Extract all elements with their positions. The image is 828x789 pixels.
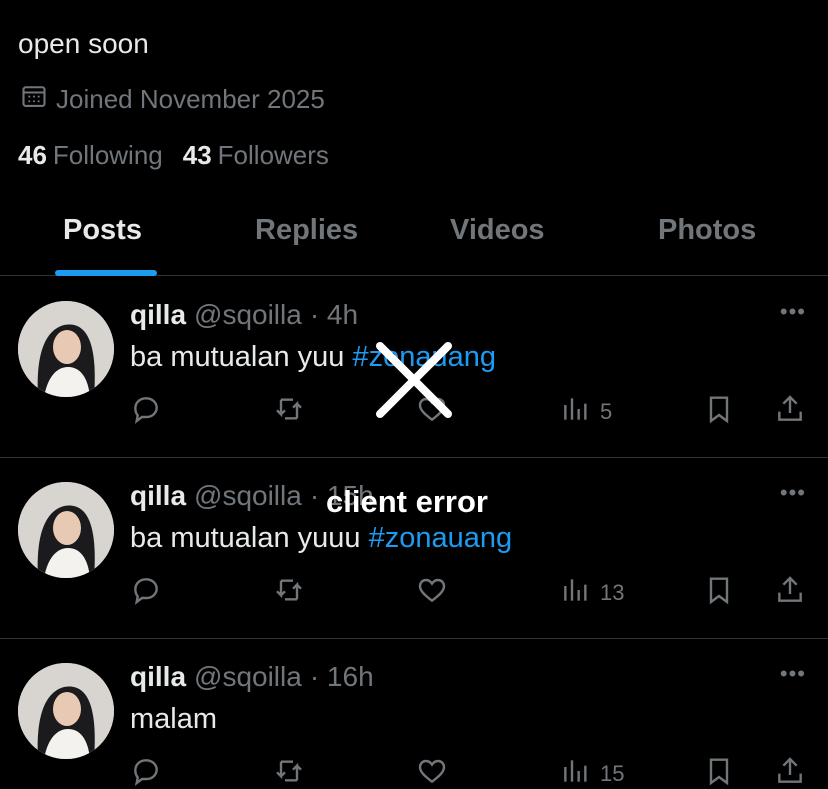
profile-tabs: Posts Replies Videos Photos	[0, 196, 828, 276]
like-icon[interactable]	[416, 393, 448, 425]
views-icon	[560, 393, 592, 431]
reply-icon[interactable]	[130, 393, 162, 425]
post-header: qilla @sqoilla · 15h	[130, 480, 374, 512]
author-name[interactable]: qilla	[130, 661, 186, 692]
hashtag-link[interactable]: #zonauang	[369, 522, 513, 554]
active-tab-indicator	[55, 270, 157, 276]
more-icon[interactable]: •••	[780, 661, 806, 687]
post-body: ba mutualan yuuu	[130, 522, 361, 554]
post-text: malam	[130, 703, 217, 736]
post-actions: 15	[0, 755, 828, 789]
profile-page: open soon Joined November 2025 46 Followi…	[0, 0, 828, 789]
share-icon[interactable]	[774, 755, 806, 787]
post-item[interactable]: qilla @sqoilla · 16h ••• malam 15	[0, 639, 828, 789]
followers-link[interactable]: 43 Followers	[183, 140, 329, 171]
post-time: · 16h	[309, 661, 374, 692]
post-time: · 15h	[309, 480, 374, 511]
post-item[interactable]: qilla @sqoilla · 15h ••• ba mutualan yuuu #…	[0, 458, 828, 639]
tab-videos[interactable]: Videos	[450, 214, 545, 247]
followers-count: 43	[182, 140, 212, 170]
repost-icon[interactable]	[273, 755, 305, 787]
avatar[interactable]	[18, 482, 114, 578]
tab-photos[interactable]: Photos	[658, 214, 756, 247]
post-item[interactable]: qilla @sqoilla · 4h ••• ba mutualan yuu #zo…	[0, 277, 828, 458]
bookmark-icon[interactable]	[703, 574, 735, 606]
bookmark-icon[interactable]	[703, 755, 735, 787]
profile-bio: open soon	[18, 28, 149, 59]
share-icon[interactable]	[774, 574, 806, 606]
post-body: ba mutualan yuu	[130, 341, 345, 373]
joined-label: Joined November 2025	[56, 84, 325, 114]
post-actions: 5	[0, 393, 828, 433]
views-number: 13	[600, 580, 625, 605]
post-header: qilla @sqoilla · 4h	[130, 299, 358, 331]
author-name[interactable]: qilla	[130, 299, 186, 330]
post-actions: 13	[0, 574, 828, 614]
reply-icon[interactable]	[130, 755, 162, 787]
following-link[interactable]: 46 Following	[18, 140, 163, 171]
more-icon[interactable]: •••	[780, 299, 806, 325]
views-count[interactable]: 13	[560, 574, 624, 612]
repost-icon[interactable]	[273, 393, 305, 425]
avatar[interactable]	[18, 663, 114, 759]
reply-icon[interactable]	[130, 574, 162, 606]
follow-stats: 46 Following 43 Followers	[18, 140, 329, 171]
following-label: Following	[52, 140, 163, 170]
author-handle[interactable]: @sqoilla	[194, 299, 302, 330]
hashtag-link[interactable]: #zonauang	[352, 341, 496, 373]
author-handle[interactable]: @sqoilla	[194, 661, 302, 692]
like-icon[interactable]	[416, 755, 448, 787]
post-time: · 4h	[309, 299, 359, 330]
share-icon[interactable]	[774, 393, 806, 425]
post-body: malam	[130, 703, 218, 735]
views-count[interactable]: 5	[560, 393, 612, 431]
author-name[interactable]: qilla	[130, 480, 186, 511]
following-count: 46	[18, 140, 47, 170]
joined-date: Joined November 2025	[20, 82, 325, 117]
followers-label: Followers	[217, 140, 329, 170]
tab-replies[interactable]: Replies	[255, 214, 358, 247]
views-count[interactable]: 15	[560, 755, 624, 789]
views-icon	[560, 574, 592, 612]
calendar-icon	[20, 82, 48, 117]
post-text: ba mutualan yuu #zonauang	[130, 341, 496, 374]
views-number: 5	[600, 399, 613, 424]
post-header: qilla @sqoilla · 16h	[130, 661, 374, 693]
bookmark-icon[interactable]	[703, 393, 735, 425]
post-text: ba mutualan yuuu #zonauang	[130, 522, 512, 555]
tab-posts[interactable]: Posts	[63, 214, 142, 247]
avatar[interactable]	[18, 301, 114, 397]
views-icon	[560, 755, 592, 789]
author-handle[interactable]: @sqoilla	[194, 480, 302, 511]
more-icon[interactable]: •••	[780, 480, 806, 506]
repost-icon[interactable]	[273, 574, 305, 606]
views-number: 15	[600, 761, 625, 786]
like-icon[interactable]	[416, 574, 448, 606]
